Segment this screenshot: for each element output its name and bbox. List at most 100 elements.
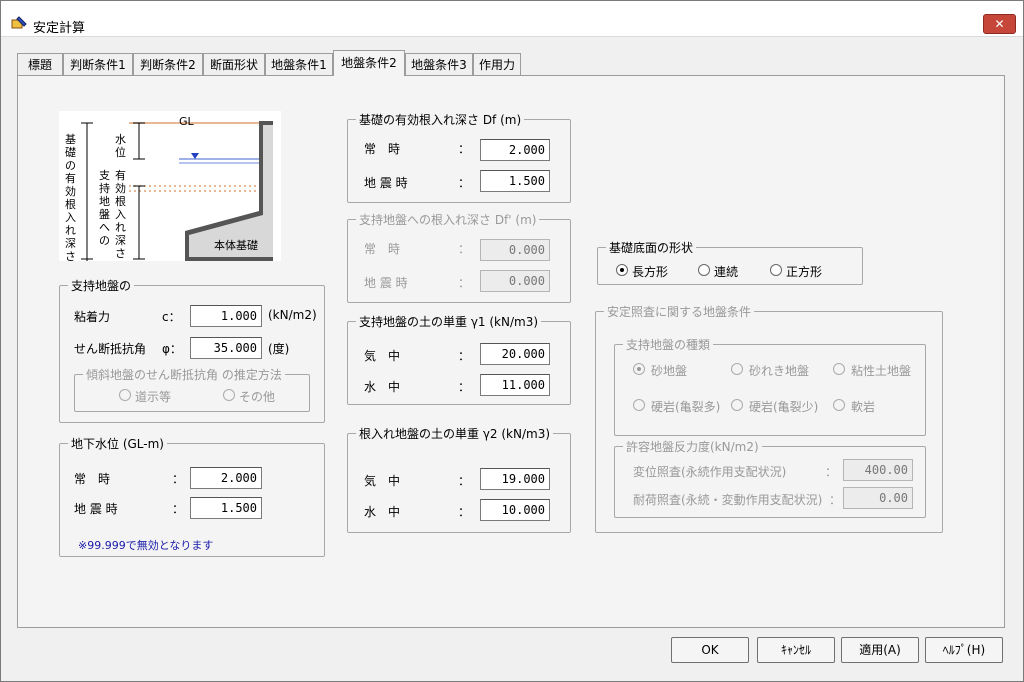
shape-rectangle-label: 長方形	[632, 265, 669, 279]
tab-ground2[interactable]: 地盤条件2	[333, 50, 405, 76]
shape-continuous-radio[interactable]	[698, 264, 710, 276]
allowable-reaction-group: 許容地盤反力度(kN/m2) 変位照査(永続作用支配状況) ： 400.00 耐…	[614, 438, 926, 518]
support-ground-title: 支持地盤の	[68, 277, 135, 294]
app-icon	[11, 16, 27, 29]
load-check-label: 耐荷照査(永続・変動作用支配状況)	[633, 493, 823, 507]
kind-hardrock-few-radio[interactable]	[731, 399, 743, 411]
estimation-method-group: 傾斜地盤のせん断抵抗角 の推定方法 道示等 その他	[74, 366, 310, 412]
groundwater-note: ※99.999で無効となります	[78, 539, 214, 552]
diagram-gl-label: GL	[179, 115, 195, 128]
df2-quake-input[interactable]: 0.000	[480, 270, 550, 292]
df-title: 基礎の有効根入れ深さ Df (m)	[356, 111, 525, 128]
df-quake-input[interactable]: 1.500	[480, 170, 550, 192]
tab-judge1[interactable]: 判断条件1	[63, 53, 133, 75]
diagram-right-label: 支持地盤への	[99, 169, 110, 247]
shape-square-label: 正方形	[786, 265, 823, 279]
load-check-input[interactable]: 0.00	[843, 487, 913, 509]
tab-ground3[interactable]: 地盤条件3	[405, 53, 473, 75]
kind-softrock-radio[interactable]	[833, 399, 845, 411]
groundwater-normal-input[interactable]: 2.000	[190, 467, 262, 489]
estimation-option1-radio[interactable]	[119, 389, 131, 401]
df-normal-label: 常 時	[364, 142, 401, 156]
groundwater-quake-input[interactable]: 1.500	[190, 497, 262, 519]
gamma1-water-input[interactable]: 11.000	[480, 374, 550, 396]
close-button[interactable]: ✕	[983, 14, 1016, 34]
support-ground-group: 支持地盤の 粘着力 c： 1.000 (kN/m2) せん断抵抗角 φ： 35.…	[59, 277, 325, 423]
df-normal-input[interactable]: 2.000	[480, 139, 550, 161]
cancel-button[interactable]: ｷｬﾝｾﾙ	[757, 637, 835, 663]
allowable-reaction-title: 許容地盤反力度(kN/m2)	[623, 438, 762, 455]
help-button[interactable]: ﾍﾙﾌﾟ(H)	[925, 637, 1003, 663]
kind-clay-label: 粘性土地盤	[851, 364, 912, 378]
ground-kind-group: 支持地盤の種類 砂地盤 砂れき地盤 粘性土地盤 硬岩(亀裂多) 硬岩(亀裂少) …	[614, 336, 926, 436]
gamma2-group: 根入れ地盤の土の単重 γ2 (kN/m3) 気 中 ： 19.000 水 中 ：…	[347, 425, 571, 533]
friction-unit: (度)	[268, 342, 290, 356]
friction-symbol: φ：	[162, 342, 182, 356]
df2-group: 支持地盤への根入れ深さ Df' (m) 常 時 ： 0.000 地 震 時 ： …	[347, 211, 571, 303]
apply-button[interactable]: 適用(A)	[841, 637, 919, 663]
kind-gravel-radio[interactable]	[731, 363, 743, 375]
gamma1-air-colon: ：	[458, 349, 471, 363]
gamma2-air-colon: ：	[458, 474, 471, 488]
friction-label: せん断抵抗角	[74, 342, 147, 356]
gamma1-title: 支持地盤の土の単重 γ1 (kN/m3)	[356, 313, 542, 330]
tab-section-shape[interactable]: 断面形状	[203, 53, 265, 75]
ground-kind-title: 支持地盤の種類	[623, 336, 714, 353]
shape-rectangle-radio[interactable]	[616, 264, 628, 276]
tab-judge2[interactable]: 判断条件2	[133, 53, 203, 75]
cohesion-unit: (kN/m2)	[268, 308, 317, 322]
disp-check-colon: ：	[825, 465, 838, 479]
groundwater-normal-colon: ：	[172, 472, 185, 486]
shape-continuous-label: 連続	[714, 265, 739, 279]
kind-softrock-label: 軟岩	[851, 400, 876, 414]
kind-clay-radio[interactable]	[833, 363, 845, 375]
df2-normal-input[interactable]: 0.000	[480, 239, 550, 261]
gamma1-air-input[interactable]: 20.000	[480, 343, 550, 365]
foundation-diagram-drawing: GL 本体基礎	[81, 115, 273, 261]
disp-check-input[interactable]: 400.00	[843, 459, 913, 481]
dialog-window: 安定計算 ✕ 標題 判断条件1 判断条件2 断面形状 地盤条件1 地盤条件2 地…	[0, 0, 1024, 682]
kind-hardrock-many-radio[interactable]	[633, 399, 645, 411]
kind-sand-radio[interactable]	[633, 363, 645, 375]
df2-quake-colon: ：	[458, 276, 471, 290]
kind-hardrock-many-label: 硬岩(亀裂多)	[651, 400, 721, 414]
friction-input[interactable]: 35.000	[190, 337, 262, 359]
kind-gravel-label: 砂れき地盤	[749, 364, 810, 378]
kind-sand-label: 砂地盤	[651, 364, 688, 378]
diagram-middle-label: 有効根入れ深さ	[115, 169, 126, 260]
gamma2-air-input[interactable]: 19.000	[480, 468, 550, 490]
df2-quake-label: 地 震 時	[364, 276, 408, 290]
gamma2-water-input[interactable]: 10.000	[480, 499, 550, 521]
groundwater-title: 地下水位 (GL-m)	[68, 435, 167, 452]
estimation-option2-radio[interactable]	[223, 389, 235, 401]
tab-action-force[interactable]: 作用力	[473, 53, 521, 75]
gamma2-water-colon: ：	[458, 505, 471, 519]
estimation-option2-label: その他	[239, 390, 276, 404]
shape-square-radio[interactable]	[770, 264, 782, 276]
stability-conditions-group: 安定照査に関する地盤条件 支持地盤の種類 砂地盤 砂れき地盤 粘性土地盤 硬岩(…	[595, 303, 943, 533]
gamma1-water-label: 水 中	[364, 380, 401, 394]
base-shape-group: 基礎底面の形状 長方形 連続 正方形	[597, 239, 863, 285]
df2-normal-colon: ：	[458, 242, 471, 256]
gamma1-group: 支持地盤の土の単重 γ1 (kN/m3) 気 中 ： 20.000 水 中 ： …	[347, 313, 571, 405]
cohesion-label: 粘着力	[74, 310, 111, 324]
groundwater-quake-label: 地 震 時	[74, 502, 118, 516]
diagram-left-label: 基礎の有効根入れ深さ	[65, 133, 76, 263]
cohesion-symbol: c：	[162, 310, 181, 324]
base-shape-title: 基礎底面の形状	[606, 239, 697, 256]
tab-ground1[interactable]: 地盤条件1	[265, 53, 333, 75]
groundwater-quake-colon: ：	[172, 502, 185, 516]
diagram-body-label: 本体基礎	[214, 238, 258, 252]
df-group: 基礎の有効根入れ深さ Df (m) 常 時 ： 2.000 地 震 時 ： 1.…	[347, 111, 571, 203]
ok-button[interactable]: OK	[671, 637, 749, 663]
title-bar: 安定計算 ✕	[1, 1, 1023, 37]
gamma2-air-label: 気 中	[364, 474, 401, 488]
groundwater-group: 地下水位 (GL-m) 常 時 ： 2.000 地 震 時 ： 1.500 ※9…	[59, 435, 325, 557]
stability-conditions-title: 安定照査に関する地盤条件	[604, 303, 755, 320]
groundwater-normal-label: 常 時	[74, 472, 111, 486]
df-quake-colon: ：	[458, 176, 471, 190]
cohesion-input[interactable]: 1.000	[190, 305, 262, 327]
tab-title[interactable]: 標題	[17, 53, 63, 75]
estimation-option1-label: 道示等	[135, 390, 172, 404]
load-check-colon: ：	[829, 493, 842, 507]
